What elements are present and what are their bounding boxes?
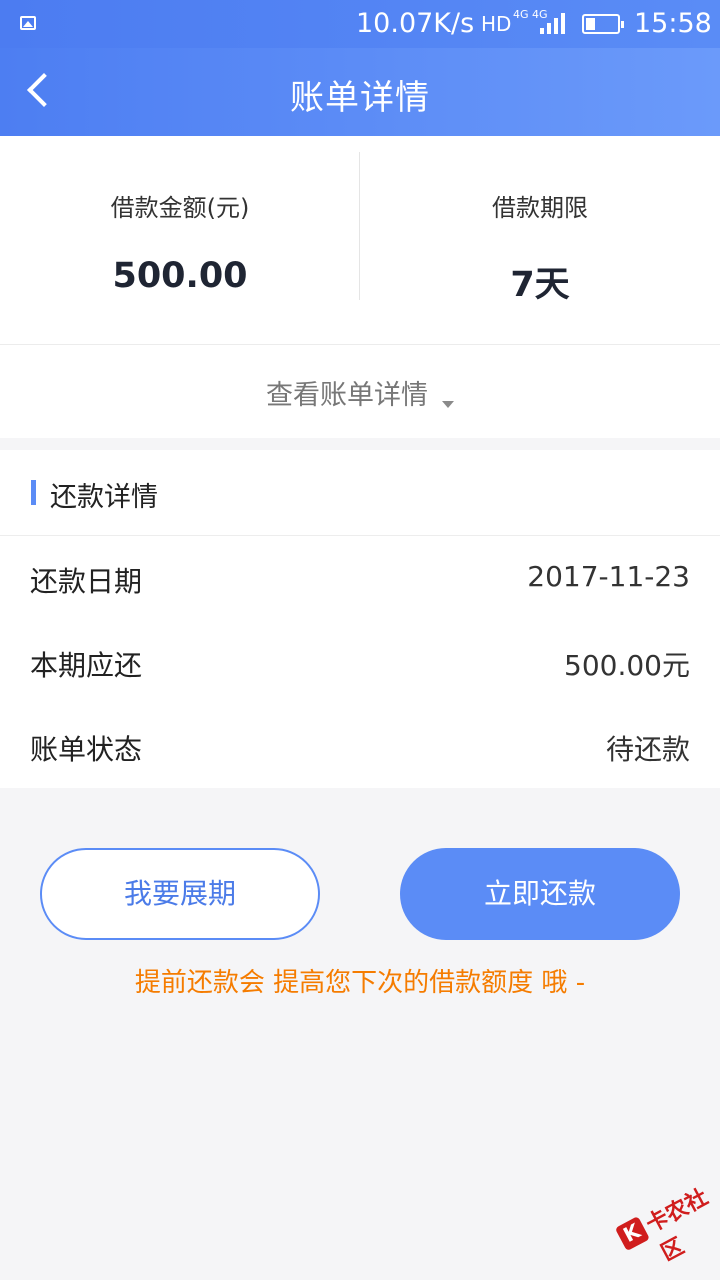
- list-item: 还款日期 2017-11-23: [0, 536, 720, 620]
- hd-indicator: HD: [481, 12, 512, 36]
- row-value: 待还款: [605, 733, 690, 766]
- repayment-details: 还款详情 还款日期 2017-11-23 本期应还 500.00元 账单状态 待…: [0, 450, 720, 788]
- section-accent-bar: [31, 480, 36, 505]
- signal-icon: [538, 12, 572, 34]
- section-title: 还款详情: [50, 482, 158, 513]
- picture-icon: [20, 16, 36, 30]
- repay-now-button[interactable]: 立即还款: [400, 848, 680, 940]
- battery-icon: [582, 14, 624, 34]
- list-item: 账单状态 待还款: [0, 704, 720, 788]
- row-label: 还款日期: [30, 565, 143, 598]
- watermark-text: 卡农社区: [642, 1184, 713, 1267]
- early-repayment-tip: 提前还款会 提高您下次的借款额度 哦 -: [134, 968, 586, 998]
- loan-term-card: 借款期限 7天: [360, 136, 720, 344]
- extend-loan-button[interactable]: 我要展期: [40, 848, 320, 940]
- network-speed: 10.07K/s: [356, 8, 475, 39]
- row-value: 500.00元: [564, 649, 690, 682]
- loan-summary: 借款金额(元) 500.00 借款期限 7天: [0, 136, 720, 344]
- loan-amount-card: 借款金额(元) 500.00: [0, 136, 360, 344]
- row-value: 2017-11-23: [527, 560, 690, 593]
- caret-down-icon: [442, 401, 454, 408]
- view-bill-details-label: 查看账单详情: [266, 380, 428, 411]
- loan-term-label: 借款期限: [492, 194, 588, 222]
- row-label: 本期应还: [30, 649, 143, 682]
- loan-term-value: 7天: [510, 265, 570, 305]
- row-label: 账单状态: [30, 733, 143, 766]
- clock: 15:58: [634, 8, 712, 39]
- page-title: 账单详情: [290, 78, 430, 118]
- nav-bar: 账单详情: [0, 48, 720, 136]
- watermark-logo: 卡农社区: [606, 1161, 720, 1266]
- view-bill-details-toggle[interactable]: 查看账单详情: [0, 344, 720, 438]
- list-item: 本期应还 500.00元: [0, 620, 720, 704]
- status-bar: 10.07K/s HD 4G 4G 15:58: [0, 0, 720, 48]
- section-header: 还款详情: [0, 450, 720, 536]
- loan-amount-value: 500.00: [112, 256, 248, 296]
- loan-amount-label: 借款金额(元): [110, 194, 250, 222]
